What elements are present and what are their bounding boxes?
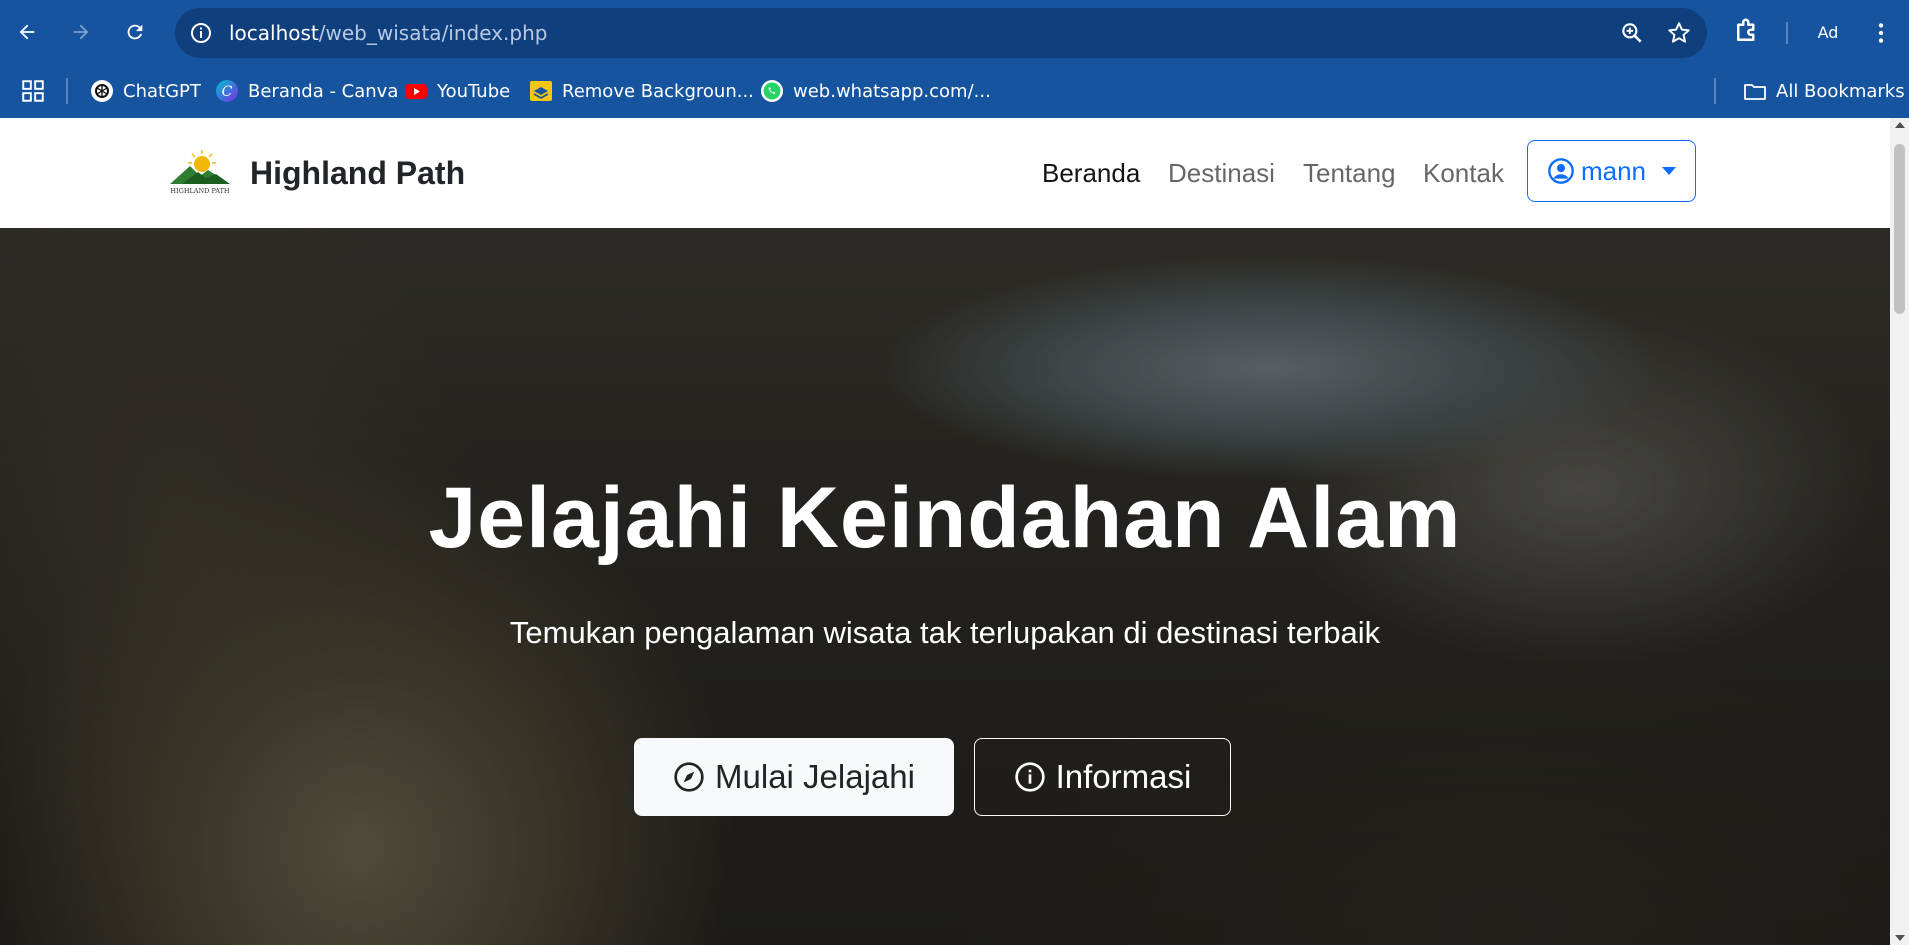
nav-tentang[interactable]: Tentang <box>1303 156 1396 190</box>
bookmark-label: Beranda - Canva <box>248 80 399 102</box>
forward-button[interactable] <box>64 15 98 49</box>
info-circle-icon <box>1014 762 1045 792</box>
bookmark-label: YouTube <box>437 80 511 102</box>
hero-section: Jelajahi Keindahan Alam Temukan pengalam… <box>0 228 1890 945</box>
bookmark-remove-bg[interactable]: Remove Backgroun... <box>529 76 754 106</box>
chatgpt-icon <box>91 80 113 102</box>
all-bookmarks-button[interactable]: All Bookmarks <box>1743 76 1905 106</box>
reload-icon <box>127 24 143 40</box>
bookmark-whatsapp[interactable]: web.whatsapp.com/... <box>760 76 991 106</box>
back-button[interactable] <box>10 15 44 49</box>
bookmark-chatgpt[interactable]: ChatGPT <box>90 76 201 106</box>
info-button[interactable]: Informasi <box>974 738 1231 816</box>
chevron-down-icon <box>1662 167 1677 175</box>
folder-icon <box>1744 84 1766 100</box>
whatsapp-icon <box>761 80 783 102</box>
extensions-icon[interactable] <box>1732 16 1762 46</box>
nav-kontak[interactable]: Kontak <box>1423 156 1504 190</box>
youtube-icon <box>405 84 427 99</box>
all-bookmarks-label: All Bookmarks <box>1776 80 1905 102</box>
bookmark-youtube[interactable]: YouTube <box>404 76 510 106</box>
apps-grid-icon[interactable] <box>20 78 46 104</box>
svg-text:C: C <box>222 84 233 100</box>
reload-button[interactable] <box>118 15 152 49</box>
nav-destinasi[interactable]: Destinasi <box>1168 156 1275 190</box>
scroll-down-arrow-icon[interactable] <box>1895 935 1905 941</box>
browser-nav-row: localhost/web_wisata/index.php Ad <box>0 0 1909 66</box>
brand-name[interactable]: Highland Path <box>250 154 465 192</box>
page-scrollbar[interactable] <box>1890 118 1909 945</box>
hero-subtitle: Temukan pengalaman wisata tak terlupakan… <box>509 615 1381 650</box>
canva-icon: C <box>216 80 238 102</box>
user-menu-button[interactable]: mann <box>1527 140 1696 202</box>
hero-title: Jelajahi Keindahan Alam <box>428 470 1462 566</box>
start-explore-label: Mulai Jelajahi <box>715 758 915 795</box>
bookmark-canva[interactable]: C Beranda - Canva <box>215 76 398 106</box>
svg-text:HIGHLAND PATH: HIGHLAND PATH <box>170 187 230 195</box>
bookmark-label: web.whatsapp.com/... <box>793 80 991 102</box>
remove-bg-icon <box>530 81 552 101</box>
more-menu-icon[interactable] <box>1868 18 1894 48</box>
web-page: Jelajahi Keindahan Alam Temukan pengalam… <box>0 118 1890 945</box>
bookmark-star-icon[interactable] <box>1666 20 1692 46</box>
zoom-icon[interactable] <box>1619 20 1645 46</box>
bookmark-label: Remove Backgroun... <box>562 80 754 102</box>
start-explore-button[interactable]: Mulai Jelajahi <box>634 738 954 816</box>
bookmarks-divider <box>66 78 68 104</box>
site-navbar: HIGHLAND PATH Highland Path Beranda Dest… <box>0 118 1890 228</box>
bookmark-label: ChatGPT <box>123 80 201 102</box>
back-arrow-icon <box>19 24 35 40</box>
user-circle-icon <box>1548 158 1574 184</box>
site-info-icon[interactable] <box>189 21 213 45</box>
bookmarks-divider <box>1714 78 1716 104</box>
scroll-up-arrow-icon[interactable] <box>1895 122 1905 128</box>
url-text: localhost/web_wisata/index.php <box>229 21 548 45</box>
address-bar[interactable]: localhost/web_wisata/index.php <box>175 8 1707 58</box>
forward-arrow-icon <box>73 24 89 40</box>
scrollbar-thumb[interactable] <box>1894 144 1905 314</box>
nav-beranda[interactable]: Beranda <box>1042 156 1140 190</box>
toolbar-divider <box>1786 22 1788 44</box>
info-label: Informasi <box>1055 758 1192 795</box>
profile-button[interactable]: Ad <box>1810 17 1846 47</box>
user-name: mann <box>1580 155 1647 186</box>
bookmarks-bar: ChatGPT C Beranda - Canva YouTube Remove… <box>0 66 1909 118</box>
compass-icon <box>674 762 704 792</box>
hero-overlay <box>0 228 1890 945</box>
browser-toolbar: localhost/web_wisata/index.php Ad ChatGP… <box>0 0 1909 118</box>
highland-path-logo[interactable]: HIGHLAND PATH <box>168 146 232 196</box>
